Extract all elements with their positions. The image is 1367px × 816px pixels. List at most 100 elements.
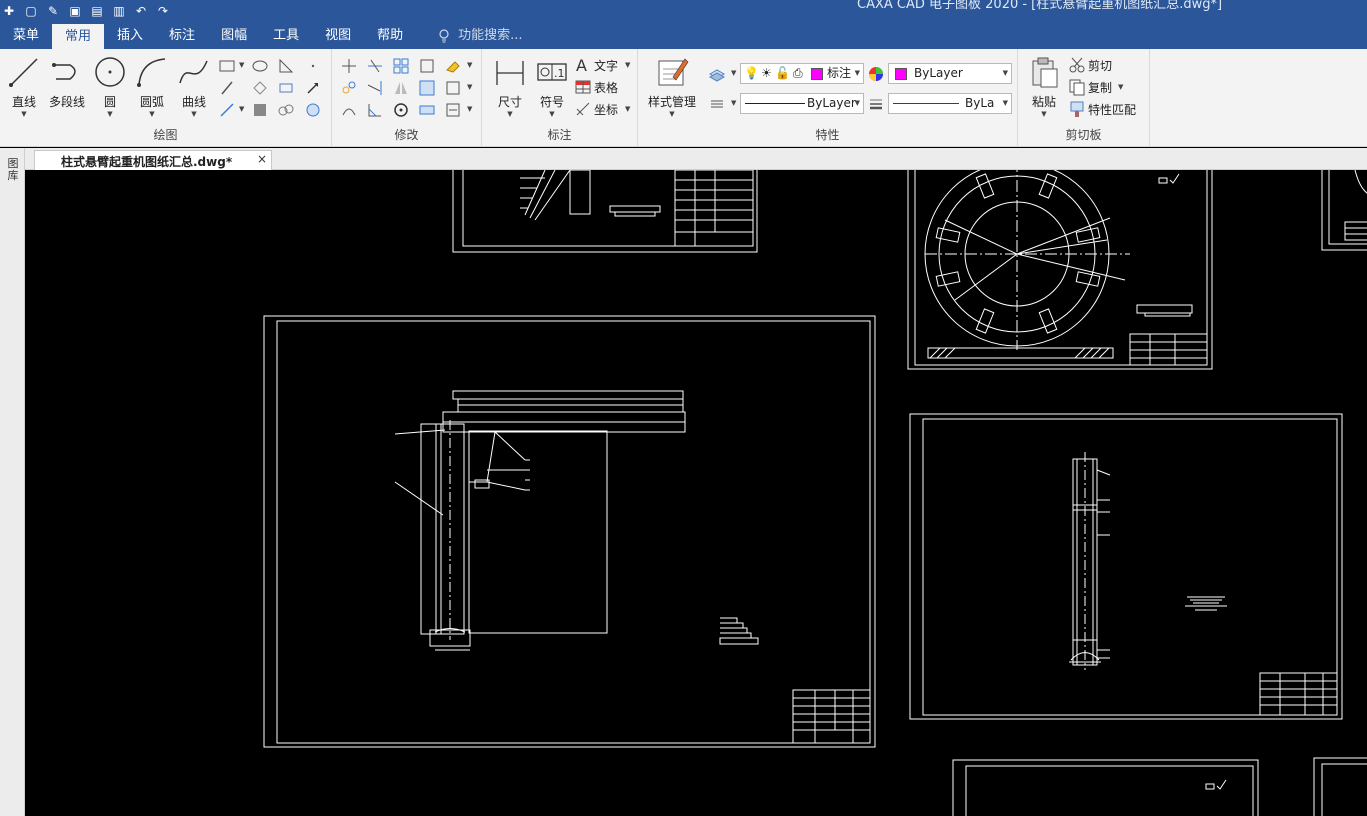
block-icon[interactable] (277, 79, 295, 97)
table-button-label[interactable]: 表格 (594, 79, 618, 96)
tab-tools[interactable]: 工具 (260, 22, 312, 49)
search-placeholder: 功能搜索... (458, 28, 523, 43)
color-wheel-icon[interactable] (867, 65, 885, 83)
copy-object-icon[interactable] (340, 79, 358, 97)
left-side-panel: 图库 (0, 148, 25, 816)
circle-button[interactable]: 圆 ▼ (90, 55, 130, 118)
rotate-icon[interactable] (392, 101, 410, 119)
circle-icon (95, 57, 125, 87)
arc-button[interactable]: 圆弧 ▼ (132, 55, 172, 118)
tab-insert[interactable]: 插入 (104, 22, 156, 49)
feature-search[interactable]: 功能搜索... (416, 22, 523, 49)
scale-icon[interactable] (418, 57, 436, 75)
break-icon[interactable] (418, 101, 436, 119)
line-button[interactable]: 直线 ▼ (4, 55, 44, 118)
app-icon[interactable]: ✚ (2, 4, 16, 18)
eraser-icon[interactable] (444, 57, 462, 75)
polygon-icon[interactable] (277, 57, 295, 75)
layer-name: 标注 (827, 66, 852, 80)
copy-icon[interactable] (1068, 78, 1086, 96)
chevron-down-icon: ▼ (549, 110, 555, 118)
geometric-tolerance-icon: .1 (537, 63, 567, 81)
saveas-icon[interactable]: ▤ (90, 4, 104, 18)
print-icon[interactable]: ▥ (112, 4, 126, 18)
layer-combo[interactable]: 💡 ☀ 🔓 ⎙ 标注 ▼ (740, 63, 864, 84)
hatch-icon[interactable] (251, 79, 269, 97)
style-manager-button[interactable]: 样式管理 ▼ (644, 55, 700, 118)
mirror-icon[interactable] (392, 79, 410, 97)
arrow-icon[interactable] (304, 79, 322, 97)
open-icon[interactable]: ✎ (46, 4, 60, 18)
explode-icon[interactable] (444, 79, 462, 97)
match-properties-icon[interactable] (1068, 100, 1086, 118)
lineweight-icon[interactable] (867, 95, 885, 113)
tab-help[interactable]: 帮助 (364, 22, 416, 49)
tab-annotate[interactable]: 标注 (156, 22, 208, 49)
undo-icon[interactable]: ↶ (134, 4, 148, 18)
color-swatch (895, 68, 907, 80)
chevron-down-icon: ▼ (21, 110, 27, 118)
linetype-combo[interactable]: ByLayer ▼ (740, 93, 864, 114)
point-icon[interactable] (304, 57, 322, 75)
region-icon[interactable] (251, 101, 269, 119)
paste-button[interactable]: 粘贴 ▼ (1024, 55, 1064, 118)
text-icon[interactable]: A (574, 56, 592, 74)
fill-icon[interactable] (304, 101, 322, 119)
sun-icon: ☀ (761, 66, 772, 80)
linetype-icon[interactable] (708, 95, 726, 113)
group-clipboard: 粘贴 ▼ 剪切 复制 ▼ 特性匹配 剪切板 (1018, 49, 1150, 147)
redo-icon[interactable]: ↷ (156, 4, 170, 18)
close-icon[interactable]: × (257, 152, 267, 166)
group-label-annotate: 标注 (547, 128, 572, 142)
dimension-button[interactable]: 尺寸 ▼ (490, 55, 530, 118)
chevron-down-icon: ▼ (1002, 99, 1008, 107)
array-icon[interactable] (392, 57, 410, 75)
group-properties: 样式管理 ▼ ▼ 💡 ☀ 🔓 ⎙ 标注 ▼ ByLayer ▼ ▼ ByLaye… (638, 49, 1018, 147)
chamfer-icon[interactable] (366, 101, 384, 119)
move-icon[interactable] (340, 57, 358, 75)
copy-button-label[interactable]: 复制 (1088, 79, 1112, 96)
curve-button[interactable]: 曲线 ▼ (174, 55, 214, 118)
coordinate-icon[interactable] (574, 100, 592, 118)
coordinate-button-label[interactable]: 坐标 (594, 101, 618, 118)
drawing-canvas[interactable] (25, 170, 1367, 816)
extend-icon[interactable] (366, 79, 384, 97)
chevron-down-icon: ▼ (669, 110, 675, 118)
match-properties-label[interactable]: 特性匹配 (1088, 101, 1136, 118)
tab-view[interactable]: 视图 (312, 22, 364, 49)
centerline-icon[interactable] (218, 79, 236, 97)
tab-frame[interactable]: 图幅 (208, 22, 260, 49)
offset-icon[interactable] (340, 101, 358, 119)
dimension-icon (496, 61, 524, 85)
lineweight-combo[interactable]: ByLaye ▼ (888, 93, 1012, 114)
table-icon[interactable] (574, 78, 592, 96)
tab-home[interactable]: 常用 (52, 24, 105, 49)
layer-manager-icon[interactable] (708, 65, 726, 83)
save-icon[interactable]: ▣ (68, 4, 82, 18)
cloud-icon[interactable] (277, 101, 295, 119)
polyline-button[interactable]: 多段线 (46, 55, 88, 110)
tab-menu[interactable]: 菜单 (0, 22, 52, 49)
new-icon[interactable]: ▢ (24, 4, 38, 18)
cut-button-label[interactable]: 剪切 (1088, 57, 1112, 74)
document-tab[interactable]: 柱式悬臂起重机图纸汇总.dwg* × (34, 150, 272, 170)
join-icon[interactable] (444, 101, 462, 119)
lineweight-value: ByLaye (965, 96, 995, 110)
sheet-column (909, 413, 1343, 720)
text-button-label[interactable]: 文字 (594, 57, 618, 74)
symbol-button[interactable]: .1 符号 ▼ (532, 55, 572, 118)
group-label-properties: 特性 (815, 128, 840, 142)
ribbon: 直线 ▼ 多段线 圆 ▼ 圆弧 ▼ 曲线 ▼ ▼ ▼ 绘图 ▼ ▼ ▼ 修改 尺… (0, 49, 1367, 147)
construction-line-icon[interactable] (218, 101, 236, 119)
stretch-icon[interactable] (418, 79, 436, 97)
ellipse-icon[interactable] (251, 57, 269, 75)
lineweight-preview (893, 103, 959, 104)
arc-icon (137, 58, 166, 87)
chevron-down-icon: ▼ (107, 110, 113, 118)
scissors-icon[interactable] (1068, 56, 1086, 74)
library-panel-tab[interactable]: 图库 (6, 158, 20, 182)
rectangle-icon[interactable] (218, 57, 236, 75)
trim-icon[interactable] (366, 57, 384, 75)
color-combo[interactable]: ByLayer ▼ (888, 63, 1012, 84)
sheet-flange (907, 170, 1213, 370)
